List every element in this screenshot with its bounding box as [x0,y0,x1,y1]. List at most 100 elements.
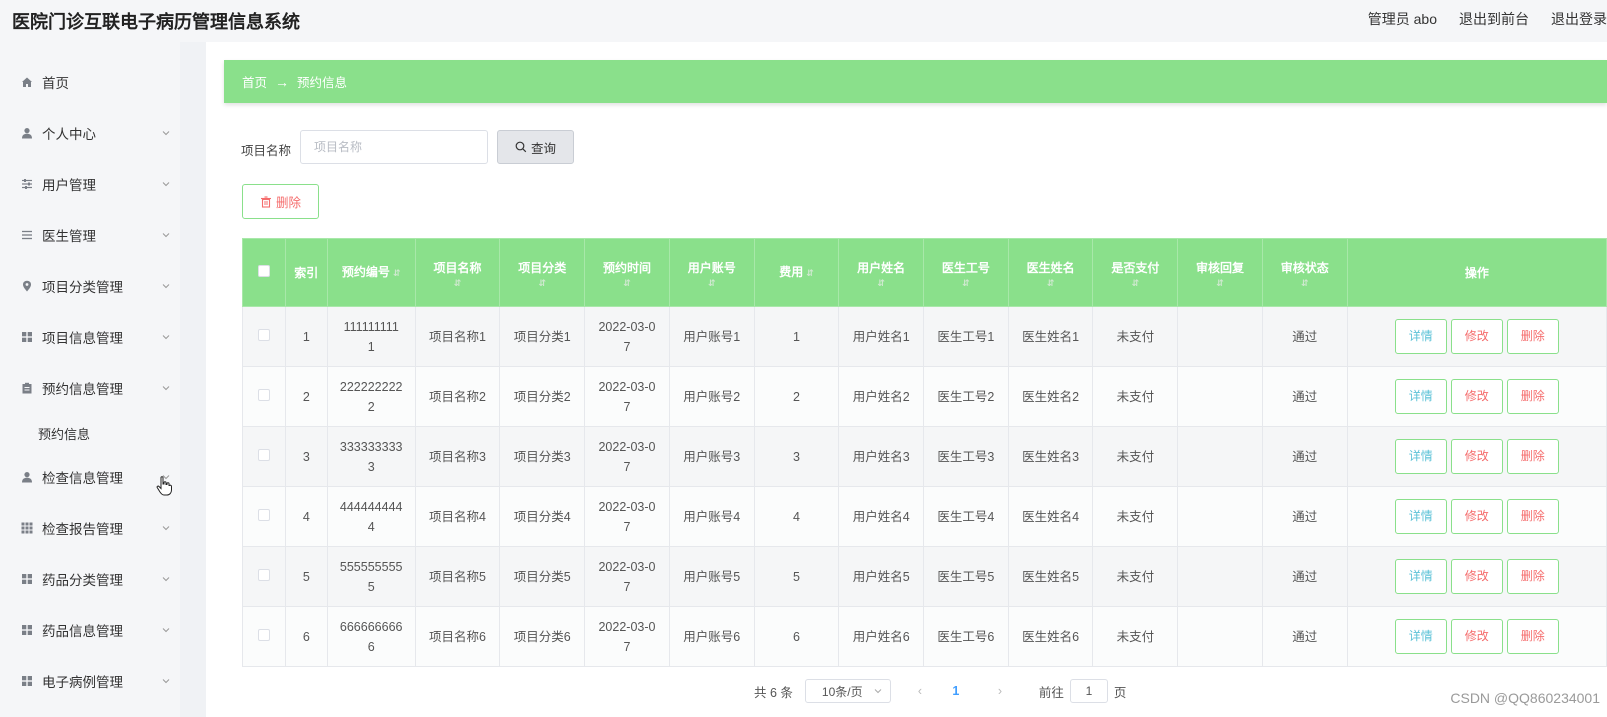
col-header-paid[interactable]: 是否支付 ⇵ [1092,238,1179,307]
edit-button[interactable]: 修改 [1450,559,1503,594]
goto-page-input[interactable] [1069,679,1108,703]
delete-button[interactable]: 删除 [1506,499,1559,534]
sort-icon[interactable]: ⇵ [416,278,500,288]
row-checkbox-cell[interactable] [242,306,286,367]
row-checkbox-cell[interactable] [242,426,286,487]
cell-reply [1177,486,1263,547]
sidebar-item-0[interactable]: 首页 [0,56,180,107]
delete-button[interactable]: 删除 [1506,439,1559,474]
cell-status: 通过 [1261,306,1348,367]
cell-index: 2 [284,366,328,427]
detail-button[interactable]: 详情 [1394,379,1447,414]
sort-icon[interactable]: ⇵ [924,278,1008,288]
detail-button[interactable]: 详情 [1394,439,1447,474]
sort-icon[interactable]: ⇵ [1093,278,1177,288]
sidebar-item-label: 首页 [42,75,69,91]
cell-doctor-no: 医生工号6 [923,606,1009,667]
cell-actions: 详情 修改 删除 [1346,606,1607,667]
select-all-cell[interactable] [242,238,286,307]
sidebar-item-5[interactable]: 项目信息管理 [0,311,180,362]
location-icon [21,280,33,292]
row-checkbox-cell[interactable] [242,546,286,607]
edit-button[interactable]: 修改 [1450,499,1503,534]
sidebar-item-6[interactable]: 预约信息管理 [0,362,180,413]
sort-icon[interactable]: ⇵ [585,278,669,288]
col-header-doctor-name[interactable]: 医生姓名 ⇵ [1007,238,1094,307]
col-header-account[interactable]: 用户账号 ⇵ [668,238,755,307]
col-header-code[interactable]: 预约编号 ⇵ [326,238,416,307]
row-checkbox[interactable] [257,328,270,341]
logout-link[interactable]: 退出登录 [1551,9,1607,29]
cell-time: 2022-03-0 7 [584,606,670,667]
sidebar-item-4[interactable]: 项目分类管理 [0,260,180,311]
sidebar-subitem-appointment-info[interactable]: 预约信息 [0,414,180,452]
edit-button[interactable]: 修改 [1450,439,1503,474]
back-to-front-link[interactable]: 退出到前台 [1459,9,1529,29]
grid-icon [21,624,33,636]
row-checkbox[interactable] [257,568,270,581]
sidebar-item-1[interactable]: 个人中心 [0,107,180,158]
sidebar-item-10[interactable]: 药品信息管理 [0,604,180,655]
chevron-down-icon [162,385,170,390]
col-header-category[interactable]: 项目分类 ⇵ [499,238,586,307]
batch-delete-button[interactable]: 删除 [242,184,319,219]
sidebar-item-label: 药品分类管理 [42,572,123,588]
row-checkbox[interactable] [257,448,270,461]
detail-button[interactable]: 详情 [1394,319,1447,354]
page-number-1[interactable]: 1 [941,684,971,698]
delete-button[interactable]: 删除 [1506,559,1559,594]
delete-button[interactable]: 删除 [1506,379,1559,414]
sort-icon[interactable]: ⇵ [1263,278,1347,288]
select-all-checkbox[interactable] [257,264,270,277]
sidebar-item-label: 个人中心 [42,126,96,142]
sort-icon[interactable]: ⇵ [500,278,584,288]
col-header-time[interactable]: 预约时间 ⇵ [584,238,670,307]
sidebar-item-7[interactable]: 检查信息管理 [0,451,180,502]
sort-icon[interactable]: ⇵ [806,268,814,278]
sort-icon[interactable]: ⇵ [1009,278,1093,288]
row-checkbox-cell[interactable] [242,366,286,427]
cell-user-name: 用户姓名2 [838,366,925,427]
sidebar-item-9[interactable]: 药品分类管理 [0,553,180,604]
next-page-button[interactable]: › [985,684,1015,698]
detail-button[interactable]: 详情 [1394,559,1447,594]
cell-project-name: 项目名称4 [414,486,501,547]
sort-icon[interactable]: ⇵ [839,278,923,288]
col-header-user-name[interactable]: 用户姓名 ⇵ [838,238,925,307]
col-header-reply[interactable]: 审核回复 ⇵ [1177,238,1263,307]
breadcrumb-home[interactable]: 首页 [242,72,267,91]
cell-actions: 详情 修改 删除 [1346,306,1607,367]
table-row: 4 444444444 4 项目名称4 项目分类4 2022-03-0 7 用户账号4 4 用户姓… [242,486,1607,547]
page-size-select[interactable]: 10条/页 [804,679,891,703]
row-checkbox-cell[interactable] [242,486,286,547]
col-header-fee[interactable]: 费用 ⇵ [753,238,840,307]
sort-icon[interactable]: ⇵ [1178,278,1262,288]
sidebar-item-3[interactable]: 医生管理 [0,209,180,260]
sidebar-item-11[interactable]: 电子病例管理 [0,655,180,706]
search-button[interactable]: 查询 [497,130,574,164]
chevron-down-icon [162,678,170,683]
col-header-project-name[interactable]: 项目名称 ⇵ [414,238,501,307]
delete-button[interactable]: 删除 [1506,619,1559,654]
row-checkbox[interactable] [257,508,270,521]
edit-button[interactable]: 修改 [1450,319,1503,354]
detail-button[interactable]: 详情 [1394,619,1447,654]
sidebar-item-2[interactable]: 用户管理 [0,158,180,209]
prev-page-button[interactable]: ‹ [905,684,935,698]
delete-button[interactable]: 删除 [1506,319,1559,354]
search-input[interactable] [300,130,488,164]
row-checkbox[interactable] [257,388,270,401]
row-checkbox[interactable] [257,628,270,641]
col-header-doctor-no[interactable]: 医生工号 ⇵ [923,238,1009,307]
sidebar-item-8[interactable]: 检查报告管理 [0,502,180,553]
watermark: CSDN @QQ860234001 [1450,690,1600,706]
edit-button[interactable]: 修改 [1450,619,1503,654]
cell-project-name: 项目名称2 [414,366,501,427]
edit-button[interactable]: 修改 [1450,379,1503,414]
sort-icon[interactable]: ⇵ [670,278,754,288]
sort-icon[interactable]: ⇵ [393,268,401,278]
row-checkbox-cell[interactable] [242,606,286,667]
detail-button[interactable]: 详情 [1394,499,1447,534]
cell-index: 6 [284,606,328,667]
col-header-status[interactable]: 审核状态 ⇵ [1261,238,1348,307]
